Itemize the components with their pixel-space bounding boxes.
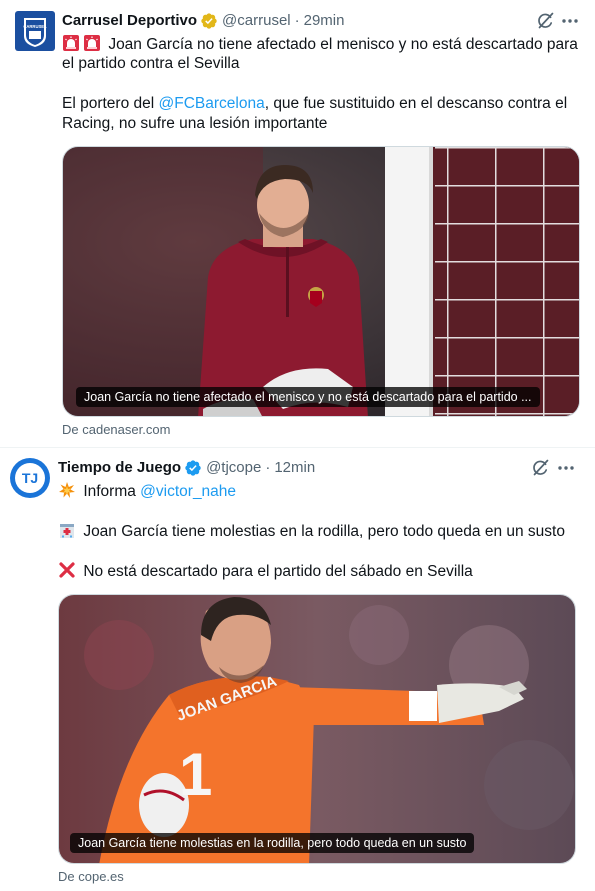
avatar-carrusel[interactable]: CARRUSEL: [15, 11, 55, 51]
tweet-text-3: No está descartado para el partido del s…: [83, 563, 473, 580]
author-handle[interactable]: @carrusel: [222, 11, 291, 31]
tweet-carrusel[interactable]: CARRUSEL Carrusel Deportivo @carrusel · …: [0, 0, 595, 447]
goalkeeper-photo: JOAN GARCIA 1: [59, 595, 575, 863]
hospital-emoji: [58, 521, 76, 545]
author-handle[interactable]: @tjcope: [206, 458, 261, 478]
more-options-icon[interactable]: [560, 11, 580, 31]
avatar-logo-text: CARRUSEL: [23, 24, 47, 29]
more-options-icon[interactable]: [556, 458, 576, 478]
timestamp[interactable]: 29min: [304, 11, 345, 31]
tweet-text-1: Joan García no tiene afectado el menisco…: [108, 36, 578, 53]
tweet-media-card[interactable]: JOAN GARCIA 1 Joan García tiene molestia…: [58, 594, 576, 864]
media-caption: Joan García no tiene afectado el menisco…: [76, 387, 540, 407]
mention-link[interactable]: @victor_nahe: [140, 483, 236, 500]
tweet-text-3b: , que fue sustituido en el descanso cont…: [264, 95, 568, 112]
avatar-logo-text: TJ: [22, 470, 38, 486]
tweet-tjcope[interactable]: TJ Tiempo de Juego @tjcope · 12min Infor…: [0, 447, 595, 891]
timestamp[interactable]: 12min: [274, 458, 315, 478]
mention-link[interactable]: @FCBarcelona: [159, 95, 265, 112]
tweet-text-3a: El portero del: [62, 95, 159, 112]
tweet-media-card[interactable]: Joan García no tiene afectado el menisco…: [62, 146, 580, 417]
avatar-tjcope[interactable]: TJ: [10, 458, 50, 498]
grok-icon[interactable]: [535, 11, 555, 31]
jersey-number-text: 1: [179, 741, 212, 808]
media-source-link[interactable]: De cadenaser.com: [62, 422, 170, 438]
media-source-link[interactable]: De cope.es: [58, 869, 124, 885]
tweet-text-2: el partido contra el Sevilla: [62, 55, 240, 72]
tweet-text-1a: Informa: [83, 483, 141, 500]
cross-mark-emoji: [58, 561, 76, 585]
grok-icon[interactable]: [530, 458, 550, 478]
tweet-text-line: El portero del @FCBarcelona, que fue sus…: [62, 94, 567, 114]
author-name[interactable]: Tiempo de Juego: [58, 458, 181, 478]
verified-blue-icon: [184, 459, 202, 477]
collision-emoji: [58, 481, 76, 505]
verified-gold-icon: [200, 12, 218, 30]
media-caption: Joan García tiene molestias en la rodill…: [70, 833, 475, 853]
tweet-text-line: No está descartado para el partido del s…: [58, 561, 473, 585]
tweet-header: Tiempo de Juego @tjcope · 12min: [58, 458, 315, 478]
tweet-text-line: Joan García tiene molestias en la rodill…: [58, 521, 565, 545]
goalkeeper-photo: [63, 147, 579, 416]
author-name[interactable]: Carrusel Deportivo: [62, 11, 197, 31]
separator-dot: ·: [265, 459, 271, 476]
tweet-header: Carrusel Deportivo @carrusel · 29min: [62, 11, 344, 31]
separator-dot: ·: [294, 12, 300, 29]
tweet-text-4: Racing, no sufre una lesión importante: [62, 115, 328, 132]
tweet-text-line: Informa @victor_nahe: [58, 481, 236, 505]
tweet-text-2: Joan García tiene molestias en la rodill…: [83, 523, 565, 540]
